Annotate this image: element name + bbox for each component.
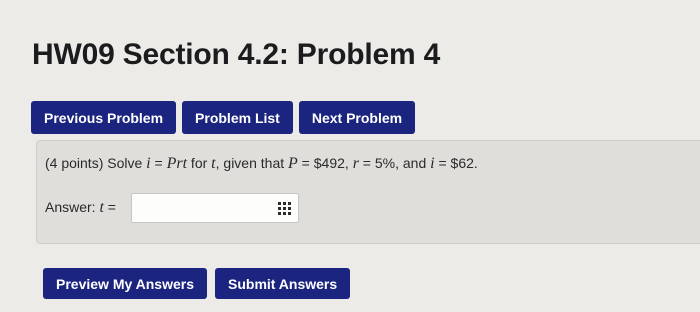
equals-sign: = <box>150 155 167 171</box>
problem-box: (4 points) Solve i = Prt for t, given th… <box>36 140 700 244</box>
r-value: = 5%, and <box>358 155 431 171</box>
preview-answers-button[interactable]: Preview My Answers <box>43 268 207 299</box>
answer-row: Answer: t = <box>45 193 299 223</box>
math-var-p: P <box>288 155 298 172</box>
submit-answers-button[interactable]: Submit Answers <box>215 268 351 299</box>
answer-label-prefix: Answer: <box>45 199 100 215</box>
problem-navigation: Previous Problem Problem List Next Probl… <box>31 101 416 134</box>
keypad-icon[interactable] <box>278 202 292 215</box>
answer-actions: Preview My Answers Submit Answers <box>43 268 351 299</box>
problem-statement: (4 points) Solve i = Prt for t, given th… <box>45 155 478 173</box>
next-problem-button[interactable]: Next Problem <box>298 101 416 134</box>
answer-label-suffix: = <box>103 199 116 215</box>
problem-list-button[interactable]: Problem List <box>182 101 293 134</box>
previous-problem-button[interactable]: Previous Problem <box>31 101 177 134</box>
answer-label: Answer: t = <box>45 199 131 217</box>
given-text: , given that <box>215 155 289 171</box>
answer-input[interactable] <box>131 193 299 223</box>
math-expr-prt: Prt <box>166 155 188 172</box>
page-title: HW09 Section 4.2: Problem 4 <box>32 38 441 71</box>
problem-points-text: (4 points) Solve <box>45 155 143 171</box>
p-value: = $492, <box>297 155 353 171</box>
i-value: = $62. <box>434 155 478 171</box>
for-text: for <box>187 155 212 171</box>
